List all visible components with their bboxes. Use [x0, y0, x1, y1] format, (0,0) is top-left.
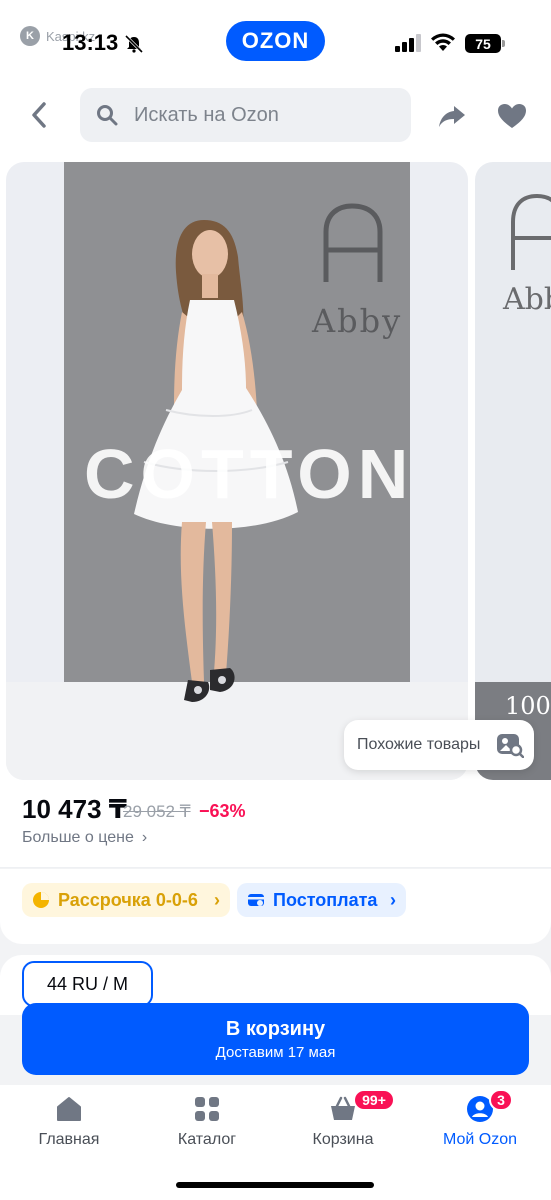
heart-icon[interactable]: [496, 100, 528, 132]
payment-options: Рассрочка 0-0-6 › Постоплата ›: [0, 869, 551, 944]
brand-name: Abby: [503, 282, 551, 317]
chevron-right-icon: ›: [390, 889, 396, 910]
current-price: 10 473 ₸: [22, 794, 127, 824]
chevron-left-icon: [32, 102, 46, 128]
add-to-cart-button[interactable]: В корзину Доставим 17 мая: [22, 1003, 529, 1075]
pie-chart-icon: [33, 892, 49, 908]
postpay-chip[interactable]: Постоплата ›: [237, 883, 406, 917]
delivery-date: Доставим 17 мая: [215, 1043, 336, 1061]
card-clock-icon: [248, 894, 264, 906]
discount-badge: −63%: [199, 801, 246, 821]
tab-home-label: Главная: [38, 1131, 100, 1148]
tab-profile-label: Мой Ozon: [442, 1131, 518, 1148]
old-price: 29 052 ₸: [123, 802, 191, 821]
back-button[interactable]: [22, 98, 56, 132]
ozon-logo: OZON: [226, 21, 325, 61]
similar-products-label: Похожие товары: [357, 736, 481, 753]
brand-name: Abby: [312, 302, 403, 340]
product-gallery[interactable]: Abby COTTON Abby 100 Похожие товары: [0, 152, 551, 790]
home-indicator: [176, 1182, 374, 1188]
product-image[interactable]: Abby COTTON: [6, 162, 468, 780]
tab-profile[interactable]: Мой Ozon: [425, 1095, 535, 1149]
home-icon: [57, 1097, 81, 1121]
battery-indicator: 75: [465, 34, 505, 53]
grid-icon: [195, 1097, 219, 1121]
brand-logo-icon: [323, 203, 383, 282]
add-to-cart-label: В корзину: [225, 1017, 326, 1040]
image-overlay-text: COTTON: [84, 435, 415, 513]
similar-products-button[interactable]: Похожие товары: [344, 720, 534, 770]
search-icon: [97, 105, 118, 126]
search-placeholder: Искать на Ozon: [134, 103, 279, 126]
bell-mute-icon: [124, 35, 144, 53]
search-input[interactable]: Искать на Ozon: [80, 88, 411, 142]
tab-catalog[interactable]: Каталог: [152, 1095, 262, 1149]
cellular-signal-icon: [395, 34, 421, 52]
more-about-price-link[interactable]: Больше о цене ›: [22, 829, 147, 847]
size-option-selected[interactable]: 44 RU / M: [22, 961, 153, 1007]
status-time: 13:13: [62, 30, 119, 55]
status-bar: K Kaspi.kz 13:13 OZON 75: [0, 0, 551, 80]
brand-logo-icon: [511, 193, 551, 270]
installment-chip[interactable]: Рассрочка 0-0-6 ›: [22, 883, 230, 917]
tab-home[interactable]: Главная: [14, 1095, 124, 1149]
tab-cart-label: Корзина: [312, 1131, 374, 1148]
image-overlay-text: 100: [505, 692, 551, 720]
more-about-price-label: Больше о цене: [22, 829, 134, 846]
share-icon[interactable]: [436, 100, 468, 132]
next-product-image[interactable]: Abby 100: [475, 162, 551, 780]
installment-label: Рассрочка 0-0-6: [58, 889, 198, 910]
chevron-right-icon: ›: [214, 889, 220, 910]
top-bar: Искать на Ozon: [0, 80, 551, 152]
postpay-label: Постоплата: [273, 889, 378, 910]
profile-notification-badge: 3: [489, 1089, 513, 1111]
image-search-icon: [497, 734, 524, 758]
watermark-logo-icon: K: [20, 26, 40, 46]
cart-count-badge: 99+: [353, 1089, 395, 1111]
price-section: 10 473 ₸ 29 052 ₸ −63% Больше о цене ›: [0, 790, 551, 868]
tab-catalog-label: Каталог: [177, 1131, 237, 1148]
wifi-icon: [431, 33, 455, 51]
chevron-right-icon: ›: [141, 829, 148, 846]
